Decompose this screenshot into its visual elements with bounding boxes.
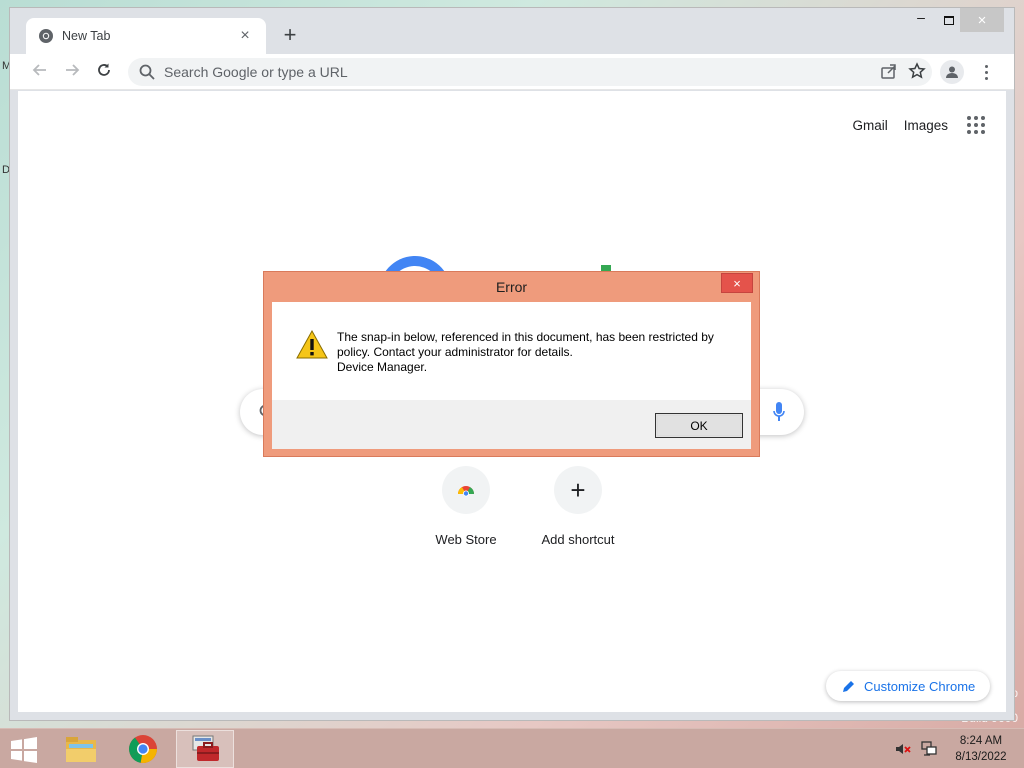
ok-button[interactable]: OK	[655, 413, 743, 438]
desktop-label-fragment: D	[2, 164, 10, 176]
plus-icon: +	[570, 475, 586, 505]
dialog-message-line: Device Manager.	[337, 360, 428, 374]
windows-start-icon[interactable]	[10, 737, 38, 763]
dialog-message-line: The snap-in below, referenced in this do…	[337, 330, 714, 344]
taskbar-clock[interactable]: 8:24 AM 8/13/2022	[946, 733, 1016, 765]
taskbar-chrome[interactable]	[114, 730, 172, 768]
dialog-message-area: The snap-in below, referenced in this do…	[272, 302, 751, 400]
chrome-icon	[129, 735, 157, 764]
web-store-tile	[442, 466, 490, 514]
address-bar[interactable]	[128, 58, 932, 86]
web-store-icon	[458, 486, 474, 497]
tab-new-tab[interactable]: New Tab ×	[26, 18, 266, 54]
dialog-close-button[interactable]: ×	[721, 273, 753, 293]
images-link[interactable]: Images	[904, 118, 948, 133]
window-close-button[interactable]: ×	[960, 8, 1004, 32]
system-tray: 8:24 AM 8/13/2022	[894, 729, 1024, 768]
profile-avatar-icon	[946, 66, 958, 78]
browser-toolbar	[10, 54, 1014, 90]
chrome-menu-button[interactable]	[976, 58, 996, 86]
dialog-body: The snap-in below, referenced in this do…	[272, 302, 751, 449]
top-links: Gmail Images	[852, 113, 988, 137]
error-dialog: Error × The snap-in below, referenced in…	[263, 271, 760, 457]
tab-title: New Tab	[62, 29, 111, 43]
share-icon[interactable]	[880, 62, 898, 80]
network-icon[interactable]	[920, 740, 938, 758]
computer-management-icon	[192, 735, 219, 761]
back-arrow-icon	[32, 64, 46, 76]
tab-strip: New Tab × + – ×	[10, 8, 1014, 54]
microphone-icon[interactable]	[772, 401, 786, 423]
shortcut-label: Add shortcut	[541, 532, 615, 547]
dialog-message-line: policy. Contact your administrator for d…	[337, 345, 573, 359]
address-input[interactable]	[164, 64, 932, 80]
clock-date: 8/13/2022	[955, 751, 1007, 763]
gmail-link[interactable]: Gmail	[852, 118, 887, 133]
bookmark-star-icon[interactable]	[908, 62, 926, 80]
shortcut-add[interactable]: + Add shortcut	[522, 466, 634, 547]
dialog-title: Error	[495, 279, 528, 295]
file-explorer-icon	[66, 737, 96, 762]
forward-arrow-icon	[66, 64, 80, 76]
maximize-icon	[944, 16, 954, 25]
taskbar-computer-management[interactable]	[176, 730, 234, 768]
profile-button[interactable]	[940, 60, 964, 84]
taskbar-file-explorer[interactable]	[52, 730, 110, 768]
warning-icon	[296, 330, 328, 359]
volume-muted-icon[interactable]	[894, 740, 912, 758]
shortcut-label: Web Store	[435, 532, 497, 547]
search-icon	[139, 64, 155, 80]
omnibox-actions	[880, 62, 926, 80]
shortcut-web-store[interactable]: Web Store	[410, 466, 522, 547]
customize-chrome-button[interactable]: Customize Chrome	[826, 671, 990, 701]
reload-button[interactable]	[90, 58, 118, 86]
customize-label: Customize Chrome	[864, 678, 976, 694]
google-apps-icon[interactable]	[964, 113, 988, 137]
add-shortcut-tile: +	[554, 466, 602, 514]
reload-icon	[98, 63, 110, 76]
dialog-message: The snap-in below, referenced in this do…	[337, 330, 737, 375]
new-tab-button[interactable]: +	[276, 22, 304, 50]
pencil-icon	[843, 681, 854, 692]
tab-close-icon[interactable]: ×	[236, 27, 254, 45]
forward-button[interactable]	[58, 58, 86, 86]
clock-time: 8:24 AM	[959, 735, 1003, 747]
back-button[interactable]	[26, 58, 54, 86]
taskbar: 8:24 AM 8/13/2022	[0, 728, 1024, 768]
chrome-favicon-icon	[39, 29, 53, 43]
